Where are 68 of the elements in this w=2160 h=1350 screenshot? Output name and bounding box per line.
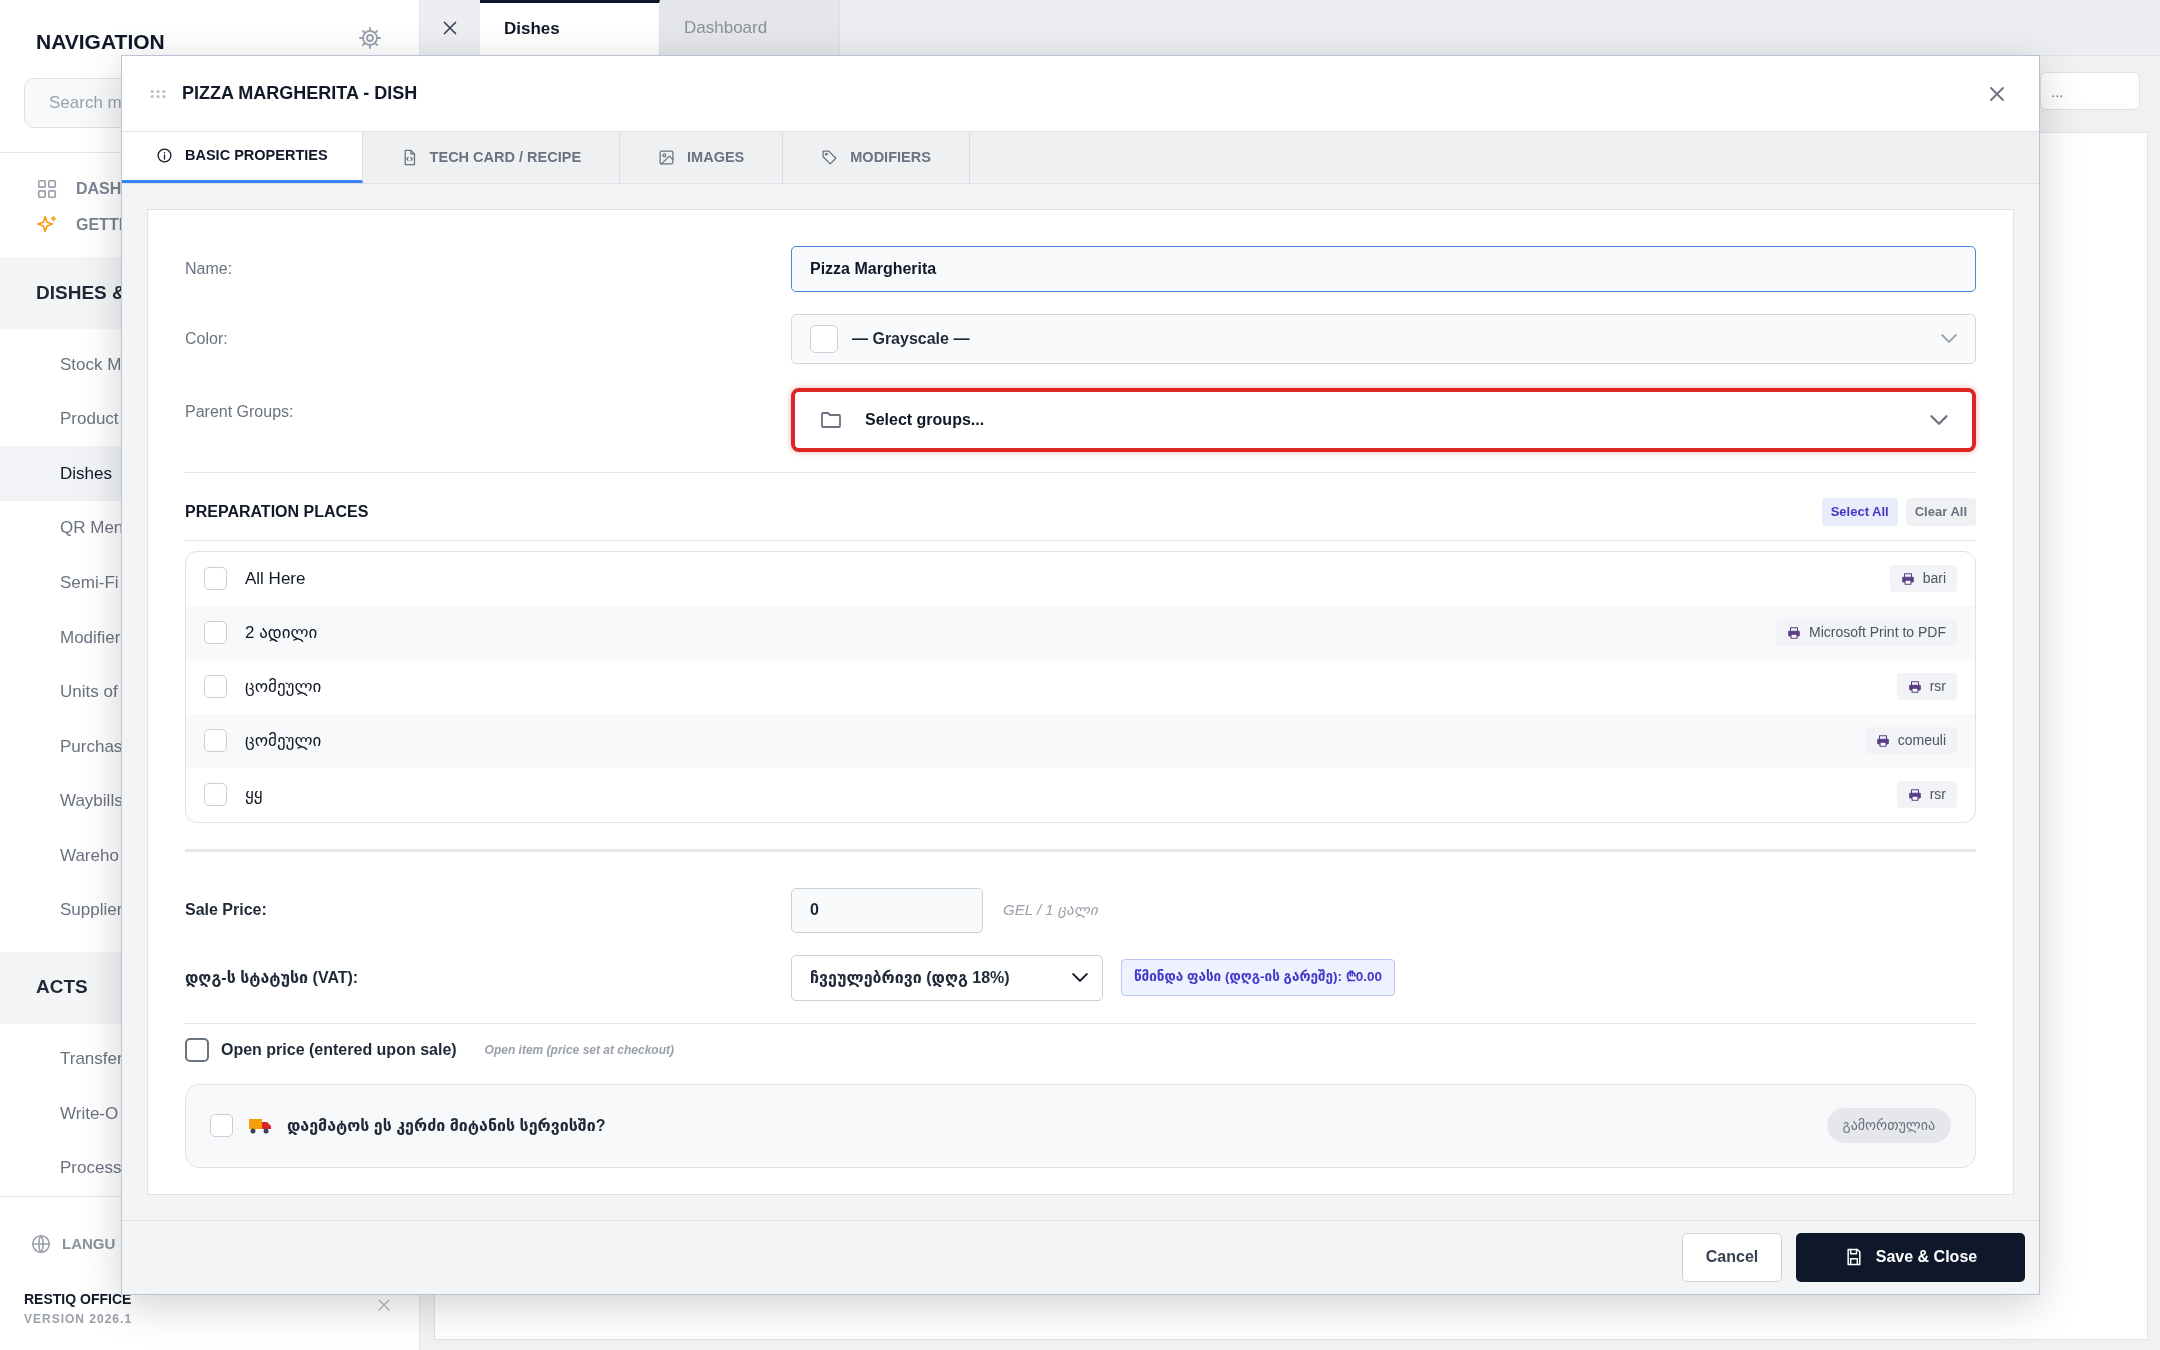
grid-icon	[36, 178, 58, 200]
place-label: ყყ	[245, 783, 263, 806]
list-row[interactable]: ყყ rsr	[186, 767, 1975, 822]
printer-tag: comeuli	[1864, 727, 1957, 755]
place-label: 2 ადილი	[245, 621, 318, 644]
place-label: ცომეული	[245, 729, 322, 752]
place-label: All Here	[245, 567, 306, 590]
field-label: Parent Groups:	[185, 401, 295, 422]
settings-icon	[358, 26, 382, 50]
tab[interactable]: MODIFIERS	[783, 132, 970, 183]
name-field[interactable]: Pizza Margherita	[791, 245, 1976, 292]
tab[interactable]: BASIC PROPERTIES	[122, 132, 363, 183]
select-value: ჩვეულებრივი (დღგ 18%)	[810, 967, 1010, 989]
color-select[interactable]: — Grayscale —	[791, 313, 1976, 364]
select-placeholder: Select groups...	[865, 409, 985, 430]
field-label: Color:	[185, 328, 229, 349]
chevron-down-icon	[1072, 973, 1088, 983]
globe-icon	[30, 1233, 52, 1256]
printer-icon	[1900, 571, 1915, 586]
field-label: დღგ-ს სტატუსი (VAT):	[185, 967, 360, 989]
printer-tag: rsr	[1896, 781, 1957, 809]
delivery-label: დაემატოს ეს კერძი მიტანის სერვისში?	[287, 1115, 606, 1137]
info-icon	[156, 147, 173, 165]
dialog-title: PIZZA MARGHERITA - DISH	[182, 82, 418, 106]
group-select[interactable]: Select groups...	[791, 387, 1976, 452]
vat-select[interactable]: ჩვეულებრივი (დღგ 18%)	[791, 954, 1103, 1001]
cancel-button[interactable]: Cancel	[1682, 1232, 1782, 1282]
checkbox[interactable]	[185, 1037, 209, 1062]
color-swatch	[810, 324, 838, 353]
tab[interactable]: TECH CARD / RECIPE	[362, 132, 621, 183]
printer-tag: Microsoft Print to PDF	[1776, 619, 1957, 647]
checkbox-label: Open price (entered upon sale)	[221, 1039, 457, 1060]
printer-icon	[1787, 625, 1802, 640]
truck-icon	[249, 1116, 271, 1135]
chevron-down-icon	[1941, 334, 1957, 344]
tab[interactable]: IMAGES	[620, 132, 784, 183]
printer-icon	[1907, 679, 1922, 694]
clear-all-button[interactable]: Clear All	[1905, 498, 1976, 526]
place-label: ცომეული	[245, 675, 322, 698]
tab[interactable]: Dishes	[480, 0, 660, 55]
printer-icon	[1907, 787, 1922, 802]
list-row[interactable]: All Here bari	[186, 551, 1975, 606]
printer-tag: rsr	[1896, 673, 1957, 701]
tab[interactable]: Dashboard	[660, 0, 840, 55]
version-label: VERSION 2026.1	[24, 1311, 133, 1328]
image-icon	[658, 148, 676, 166]
field-label: Sale Price:	[185, 900, 268, 921]
printer-tag: bari	[1889, 565, 1957, 593]
list-row[interactable]: ცომეული comeuli	[186, 713, 1975, 768]
price-field[interactable]: 0	[791, 887, 983, 933]
section-title: PREPARATION PLACES	[185, 502, 369, 523]
list-row[interactable]: 2 ადილი Microsoft Print to PDF	[186, 605, 1975, 660]
field-label: Name:	[185, 258, 234, 279]
select-value: — Grayscale —	[852, 328, 970, 349]
printer-icon	[1875, 733, 1890, 748]
net-price-badge: წმინდა ფასი (დღგ-ის გარეშე): ₾0.00	[1121, 959, 1396, 996]
list-row[interactable]: ცომეული rsr	[186, 659, 1975, 714]
status-badge: გამორთულია	[1826, 1108, 1951, 1144]
tag-icon	[821, 148, 839, 166]
select-all-button[interactable]: Select All	[1821, 498, 1898, 526]
hint-text: Open item (price set at checkout)	[484, 1041, 674, 1059]
app-name: RESTIQ OFFICE	[24, 1290, 132, 1309]
unit-label: GEL / 1 ცალი	[1003, 899, 1098, 920]
language-label[interactable]: LANGU	[62, 1233, 116, 1256]
sidebar-title: NAVIGATION	[36, 29, 165, 55]
save-button[interactable]: Save & Close	[1796, 1232, 2025, 1282]
search-field[interactable]: ...	[2040, 72, 2140, 110]
chevron-down-icon	[1930, 414, 1948, 425]
